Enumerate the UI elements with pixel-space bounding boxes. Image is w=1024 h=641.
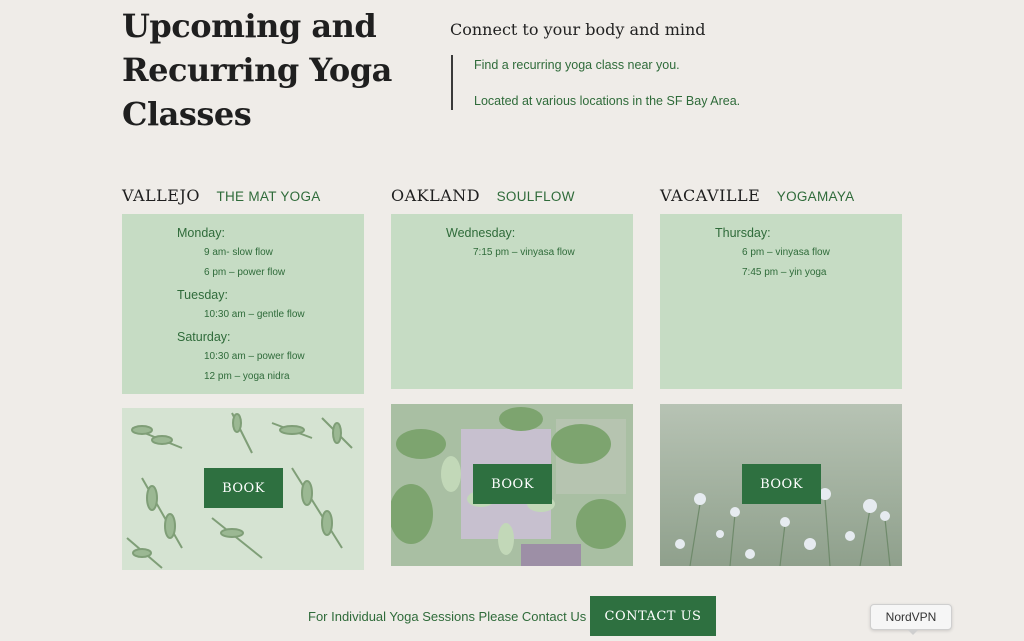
page-title: Upcoming and Recurring Yoga Classes — [122, 7, 392, 133]
studio-name: YOGAMAYA — [776, 189, 855, 204]
book-button[interactable]: BOOK — [742, 464, 821, 504]
herbs-photo: BOOK — [122, 408, 364, 570]
city-name: VACAVILLE — [660, 186, 761, 205]
contact-us-button[interactable]: CONTACT US — [590, 596, 716, 636]
nordvpn-tooltip: NordVPN — [870, 604, 952, 635]
wildflowers-photo: BOOK — [660, 404, 902, 566]
schedule-slot: 10:30 am – power flow — [204, 351, 305, 362]
location-header: VACAVILLE YOGAMAYA — [660, 186, 902, 208]
studio-name: SOULFLOW — [496, 189, 575, 204]
location-header: OAKLAND SOULFLOW — [391, 186, 633, 208]
intro-heading: Connect to your body and mind — [450, 20, 706, 39]
contact-prompt: For Individual Yoga Sessions Please Cont… — [308, 609, 587, 624]
intro-line: Find a recurring yoga class near you. — [474, 58, 680, 72]
schedule-box: Monday: 9 am- slow flow 6 pm – power flo… — [122, 214, 364, 394]
location-header: VALLEJO THE MAT YOGA — [122, 186, 364, 208]
studio-name: THE MAT YOGA — [216, 189, 321, 204]
schedule-slot: 6 pm – vinyasa flow — [742, 247, 830, 258]
schedule-slot: 7:15 pm – vinyasa flow — [473, 247, 575, 258]
schedule-slot: 6 pm – power flow — [204, 267, 286, 278]
schedule-slot: 9 am- slow flow — [204, 247, 273, 258]
schedule-box: Wednesday: 7:15 pm – vinyasa flow — [391, 214, 633, 389]
city-name: VALLEJO — [122, 186, 200, 205]
schedule-box: Thursday: 6 pm – vinyasa flow 7:45 pm – … — [660, 214, 902, 389]
schedule-slot: 7:45 pm – yin yoga — [742, 267, 827, 278]
schedule-day: Saturday: — [177, 330, 231, 344]
location-card-vallejo: VALLEJO THE MAT YOGA Monday: 9 am- slow … — [122, 186, 364, 570]
schedule-day: Tuesday: — [177, 288, 228, 302]
plants-photo: BOOK — [391, 404, 633, 566]
book-button[interactable]: BOOK — [473, 464, 552, 504]
intro-divider — [451, 55, 453, 110]
location-card-oakland: OAKLAND SOULFLOW Wednesday: 7:15 pm – vi… — [391, 186, 633, 566]
schedule-slot: 10:30 am – gentle flow — [204, 309, 305, 320]
book-button[interactable]: BOOK — [204, 468, 283, 508]
schedule-day: Thursday: — [715, 226, 771, 240]
intro-line: Located at various locations in the SF B… — [474, 94, 741, 108]
schedule-slot: 12 pm – yoga nidra — [204, 371, 290, 382]
city-name: OAKLAND — [391, 186, 481, 205]
location-card-vacaville: VACAVILLE YOGAMAYA Thursday: 6 pm – viny… — [660, 186, 902, 566]
schedule-day: Monday: — [177, 226, 225, 240]
schedule-day: Wednesday: — [446, 226, 516, 240]
